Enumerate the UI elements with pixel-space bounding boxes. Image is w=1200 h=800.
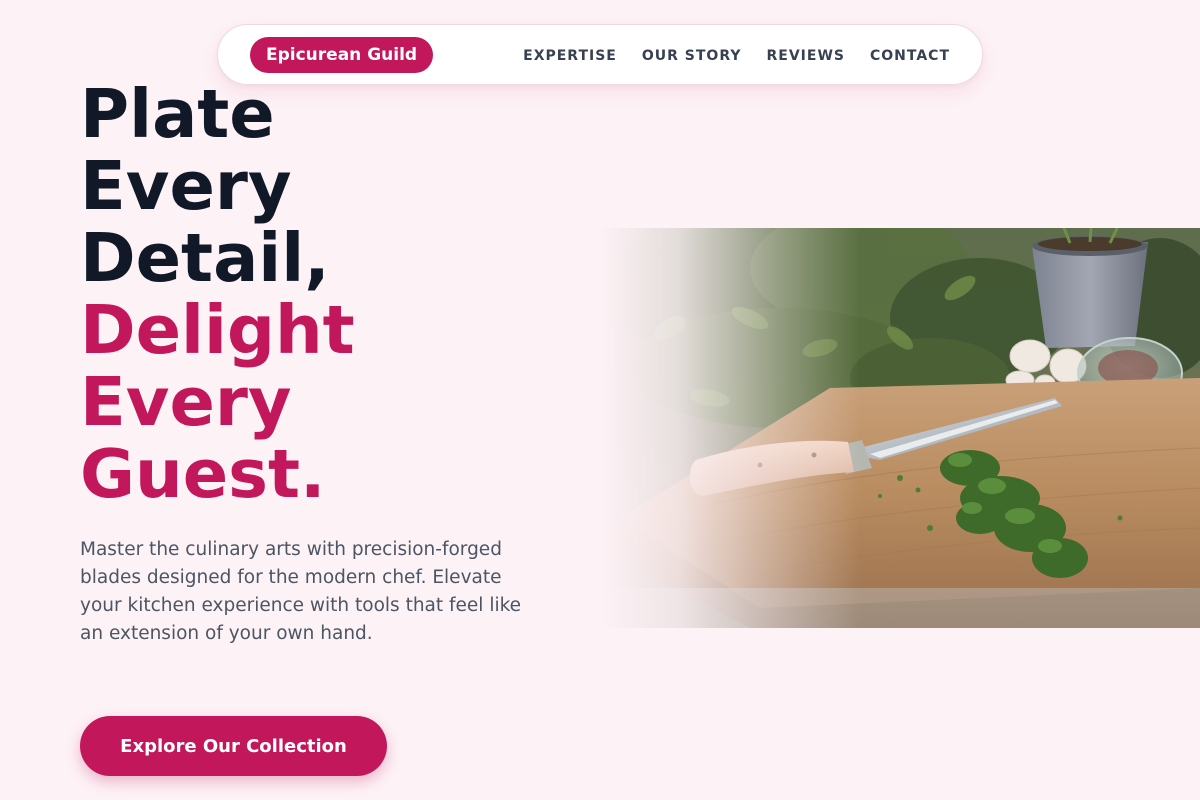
nav-link-contact[interactable]: CONTACT (870, 48, 950, 64)
headline-accent-line: Guest. (80, 435, 326, 513)
headline-accent-line: Every (80, 363, 292, 441)
headline-line: Plate (80, 75, 275, 153)
top-navbar: Epicurean Guild EXPERTISE OUR STORY REVI… (217, 24, 983, 85)
hero-description: Master the culinary arts with precision-… (80, 539, 522, 644)
hero-image (600, 228, 1200, 628)
explore-collection-button[interactable]: Explore Our Collection (80, 716, 387, 776)
hero-headline: Plate Every Detail, Delight Every Guest. (80, 78, 560, 510)
nav-link-expertise[interactable]: EXPERTISE (523, 48, 617, 64)
nav-links: EXPERTISE OUR STORY REVIEWS CONTACT (523, 25, 950, 86)
headline-accent-line: Delight (80, 291, 355, 369)
brand-logo-pill[interactable]: Epicurean Guild (250, 37, 434, 73)
knife-cutting-board-illustration (600, 228, 1200, 628)
nav-link-our-story[interactable]: OUR STORY (642, 48, 742, 64)
nav-link-reviews[interactable]: REVIEWS (767, 48, 845, 64)
headline-line: Every (80, 147, 292, 225)
headline-line: Detail, (80, 219, 330, 297)
